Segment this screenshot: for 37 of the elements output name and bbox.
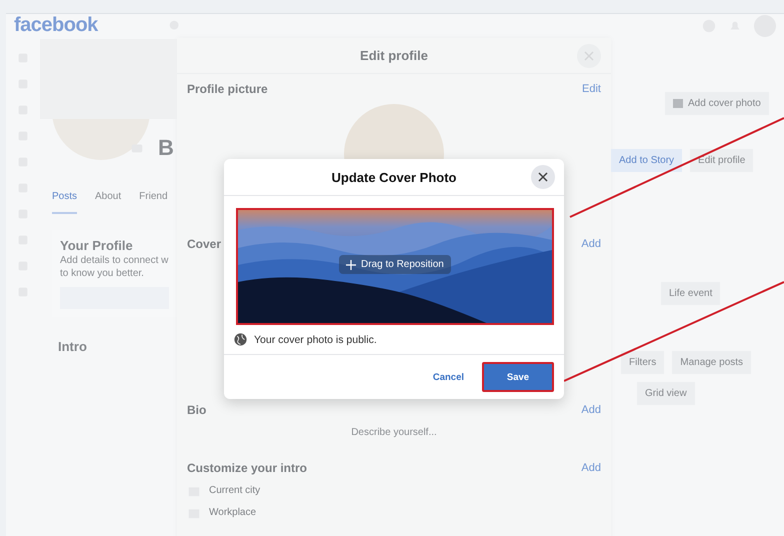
add-cover-photo-button[interactable]: Add cover photo xyxy=(665,92,769,115)
grid-view-button[interactable]: Grid view xyxy=(637,382,695,405)
card-text: to know you better. xyxy=(60,268,145,279)
dialog-title: Edit profile xyxy=(360,48,428,63)
drag-text: Drag to Reposition xyxy=(361,259,444,270)
section-action-link[interactable]: Add xyxy=(581,404,601,416)
life-event-button[interactable]: Life event xyxy=(661,282,720,305)
section-action-link[interactable]: Add xyxy=(581,462,601,474)
section-title: Bio xyxy=(187,403,206,417)
cancel-button[interactable]: Cancel xyxy=(424,366,472,388)
section-action-link[interactable]: Add xyxy=(581,238,601,250)
intro-item[interactable]: Current city xyxy=(209,484,260,496)
move-icon xyxy=(346,260,356,270)
profile-tab[interactable]: About xyxy=(95,191,122,214)
bio-field[interactable]: Describe yourself... xyxy=(329,425,459,440)
close-icon xyxy=(538,172,548,182)
cover-photo-frame[interactable]: Drag to Reposition xyxy=(236,208,554,325)
profile-name: B xyxy=(158,135,174,161)
save-button[interactable]: Save xyxy=(482,362,554,392)
section-title: Customize your intro xyxy=(187,461,308,475)
privacy-note: Your cover photo is public. xyxy=(254,334,377,346)
profile-tab[interactable]: Posts xyxy=(52,191,78,214)
section-action-link[interactable]: Edit xyxy=(582,83,601,95)
filters-button[interactable]: Filters xyxy=(621,351,664,374)
intro-item[interactable]: Workplace xyxy=(209,506,256,518)
section-title: Profile picture xyxy=(187,82,268,96)
globe-icon xyxy=(234,333,247,346)
close-button[interactable] xyxy=(531,165,555,189)
intro-title: Intro xyxy=(58,339,88,354)
site-logo[interactable]: facebook xyxy=(14,14,98,37)
profile-tab[interactable]: Friend xyxy=(139,191,168,214)
card-title: Your Profile xyxy=(60,238,134,253)
section-title: Cover xyxy=(187,237,222,251)
card-text: Add details to connect w xyxy=(60,255,169,266)
manage-posts-button[interactable]: Manage posts xyxy=(672,351,752,374)
dialog-title: Update Cover Photo xyxy=(332,170,456,184)
profile-action-button[interactable]: Add to Story xyxy=(611,149,682,172)
